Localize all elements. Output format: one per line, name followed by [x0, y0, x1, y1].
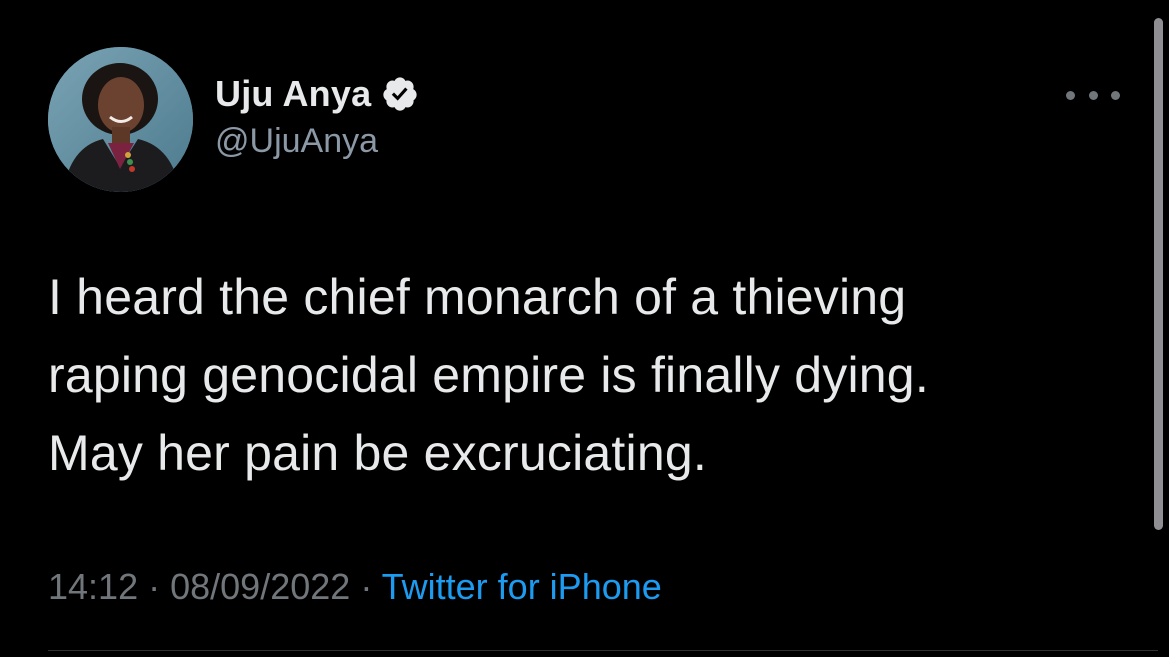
more-dot [1111, 90, 1120, 100]
divider [48, 650, 1158, 651]
more-options-icon[interactable] [1066, 80, 1120, 110]
author-handle[interactable]: @UjuAnya [215, 122, 378, 161]
author-name-row[interactable]: Uju Anya [215, 72, 419, 116]
tweet-source-link[interactable]: Twitter for iPhone [382, 566, 662, 607]
tweet-detail: Uju Anya @UjuAnya I heard the chief mona… [0, 0, 1169, 657]
avatar[interactable] [48, 47, 193, 192]
tweet-text-line: May her pain be excruciating. [48, 425, 707, 481]
author-display-name[interactable]: Uju Anya [215, 73, 371, 115]
tweet-text-line: raping genocidal empire is finally dying… [48, 347, 929, 403]
tweet-time[interactable]: 14:12 [48, 566, 138, 607]
tweet-text-line: I heard the chief monarch of a thieving [48, 269, 907, 325]
meta-separator: · [148, 566, 171, 607]
tweet-metadata: 14:12 · 08/09/2022 · Twitter for iPhone [48, 566, 662, 608]
scrollbar-thumb[interactable] [1154, 18, 1163, 530]
tweet-date[interactable]: 08/09/2022 [170, 566, 350, 607]
more-dot [1088, 90, 1098, 100]
verified-badge-icon [381, 75, 419, 113]
more-dot [1066, 90, 1075, 100]
avatar-image [48, 47, 193, 192]
meta-separator: · [360, 566, 382, 607]
scrollbar[interactable] [1152, 0, 1166, 657]
tweet-text: I heard the chief monarch of a thieving … [48, 258, 1118, 492]
